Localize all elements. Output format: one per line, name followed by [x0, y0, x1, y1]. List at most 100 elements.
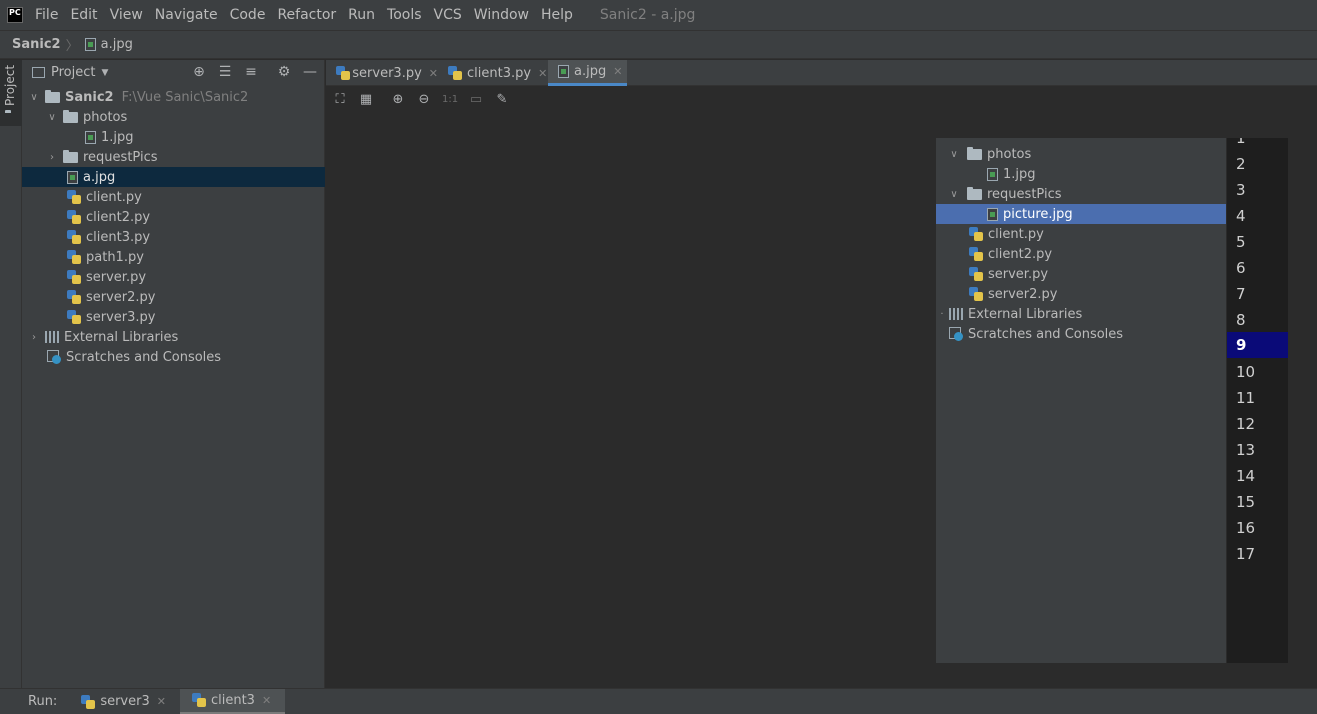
line-number: 10 — [1236, 363, 1256, 381]
menu-edit[interactable]: Edit — [70, 7, 97, 23]
tree-item-label: 1.jpg — [1003, 166, 1036, 182]
python-file-icon — [67, 190, 81, 204]
menu-navigate[interactable]: Navigate — [155, 7, 218, 23]
img-tree-item: · External Libraries — [936, 304, 1226, 324]
tree-item-server2-py[interactable]: server2.py — [22, 287, 325, 307]
menu-file[interactable]: File — [35, 7, 58, 23]
menu-code[interactable]: Code — [230, 7, 266, 23]
tree-item-label: server.py — [988, 266, 1049, 282]
close-icon[interactable]: ✕ — [157, 695, 166, 708]
tree-item-client-py[interactable]: client.py — [22, 187, 325, 207]
tree-item-path: F:\Vue Sanic\Sanic2 — [121, 89, 249, 105]
tab-a-jpg[interactable]: a.jpg ✕ — [548, 60, 627, 86]
color-picker-icon[interactable]: ✎ — [494, 92, 510, 108]
gear-icon[interactable]: ⚙ — [276, 64, 292, 80]
tree-item-label: photos — [83, 109, 128, 125]
tree-item-label: client2.py — [86, 209, 151, 225]
run-label: Run: — [28, 694, 58, 709]
run-tool-bar: Run: server3 ✕ client3 ✕ — [0, 688, 1317, 714]
image-file-icon — [84, 38, 96, 51]
tree-item-label: server.py — [86, 269, 147, 285]
run-tab-server3[interactable]: server3 ✕ — [81, 689, 180, 714]
menu-help[interactable]: Help — [541, 7, 573, 23]
breadcrumb-file[interactable]: a.jpg — [101, 37, 133, 52]
image-file-icon — [85, 130, 96, 144]
python-file-icon — [67, 230, 81, 244]
chevron-down-icon[interactable]: ▼ — [101, 68, 108, 78]
line-number: 14 — [1236, 467, 1256, 485]
tree-item-label: client3.py — [86, 229, 151, 245]
grid-icon[interactable]: ▦ — [358, 92, 374, 108]
expand-all-icon[interactable]: ☰ — [217, 64, 233, 80]
chevron-right-icon: · — [940, 308, 944, 320]
menu-window[interactable]: Window — [474, 7, 529, 23]
tree-item-scratches[interactable]: Scratches and Consoles — [22, 347, 325, 367]
tree-item-label: client.py — [86, 189, 142, 205]
tree-item-client3-py[interactable]: client3.py — [22, 227, 325, 247]
folder-icon — [45, 89, 60, 103]
collapse-all-icon[interactable]: ≡ — [243, 64, 259, 80]
tree-item-label: 1.jpg — [101, 129, 134, 145]
chevron-right-icon[interactable]: › — [46, 152, 58, 163]
tab-server3-py[interactable]: server3.py ✕ — [326, 60, 438, 86]
tree-item-client2-py[interactable]: client2.py — [22, 207, 325, 227]
menu-vcs[interactable]: VCS — [434, 7, 462, 23]
tree-item-path1-py[interactable]: path1.py — [22, 247, 325, 267]
tab-label: a.jpg — [574, 64, 607, 79]
python-file-icon — [81, 694, 96, 709]
editor-tab-bar: server3.py ✕ client3.py ✕ a.jpg ✕ — [326, 60, 1317, 86]
breadcrumb-project[interactable]: Sanic2 — [12, 37, 61, 52]
tree-item-label: server2.py — [86, 289, 156, 305]
fit-window-icon: ▭ — [469, 92, 483, 107]
close-icon[interactable]: ✕ — [613, 65, 622, 78]
menu-tools[interactable]: Tools — [387, 7, 422, 23]
project-stripe-label: Project — [3, 64, 17, 106]
chevron-down-icon[interactable]: ∨ — [46, 112, 58, 123]
chevron-down-icon: ∨ — [950, 188, 958, 200]
line-number: 16 — [1236, 519, 1256, 537]
line-number: 6 — [1236, 259, 1246, 277]
window-title: Sanic2 - a.jpg — [599, 7, 696, 23]
project-tool-window-button[interactable]: Project — [0, 60, 22, 126]
project-view-selector[interactable]: Project — [51, 65, 95, 80]
folder-icon — [63, 149, 78, 163]
tree-item-a-jpg[interactable]: a.jpg — [22, 167, 325, 187]
image-file-icon — [558, 65, 569, 78]
tree-item-1-jpg[interactable]: 1.jpg — [22, 127, 325, 147]
project-panel-header: Project ▼ ⊕ ☰ ≡ ⚙ — — [22, 60, 325, 85]
menu-refactor[interactable]: Refactor — [277, 7, 336, 23]
tree-item-label: Scratches and Consoles — [968, 326, 1124, 342]
close-icon[interactable]: ✕ — [538, 67, 547, 80]
tree-item-server-py[interactable]: server.py — [22, 267, 325, 287]
menu-view[interactable]: View — [110, 7, 143, 23]
line-number: 5 — [1236, 233, 1246, 251]
zoom-in-icon[interactable]: ⊕ — [390, 92, 406, 108]
chevron-down-icon[interactable]: ∨ — [28, 92, 40, 103]
tree-item-label: a.jpg — [83, 169, 116, 185]
close-icon[interactable]: ✕ — [429, 67, 438, 80]
tree-item-photos[interactable]: ∨ photos — [22, 107, 325, 127]
minimize-icon[interactable]: — — [302, 64, 318, 80]
python-file-icon — [969, 267, 983, 281]
tree-item-external-libraries[interactable]: › External Libraries — [22, 327, 325, 347]
run-tab-client3[interactable]: client3 ✕ — [179, 688, 286, 714]
zoom-out-icon[interactable]: ⊖ — [416, 92, 432, 108]
locate-icon[interactable]: ⊕ — [191, 64, 207, 80]
tree-item-server3-py[interactable]: server3.py — [22, 307, 325, 327]
image-content: ∨ photos 1.jpg ∨ requestPics picture.jpg… — [936, 138, 1288, 663]
breadcrumb: Sanic2 〉 a.jpg — [0, 30, 1317, 59]
line-number: 17 — [1236, 545, 1256, 563]
tab-client3-py[interactable]: client3.py ✕ — [438, 60, 548, 86]
image-file-icon — [987, 167, 998, 181]
tree-item-project-root[interactable]: ∨ Sanic2 F:\Vue Sanic\Sanic2 — [22, 87, 325, 107]
tab-label: server3.py — [352, 65, 422, 81]
close-icon[interactable]: ✕ — [262, 694, 271, 707]
chevron-right-icon[interactable]: › — [28, 332, 40, 343]
img-tree-item: ∨ requestPics — [936, 184, 1226, 204]
tree-item-label: server2.py — [988, 286, 1058, 302]
tree-item-label: client.py — [988, 226, 1044, 242]
fit-zoom-icon[interactable]: ⛶ — [332, 92, 348, 108]
menu-run[interactable]: Run — [348, 7, 375, 23]
tree-item-requestpics[interactable]: › requestPics — [22, 147, 325, 167]
cropped-row — [950, 138, 1140, 140]
